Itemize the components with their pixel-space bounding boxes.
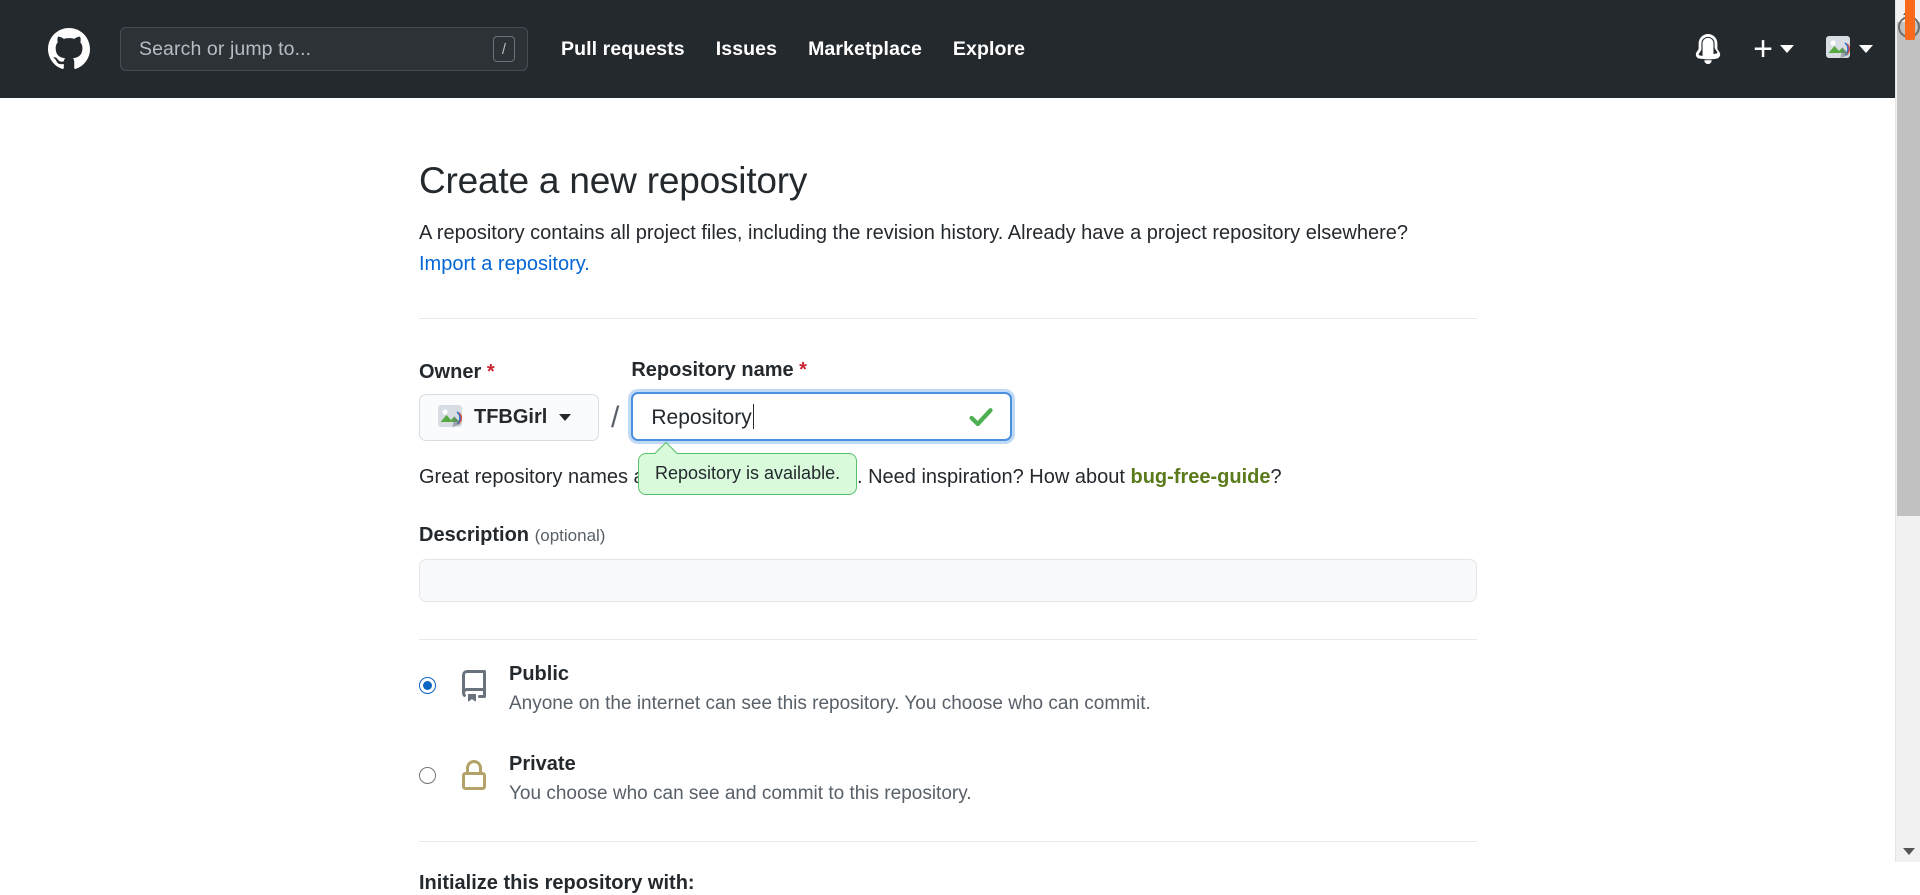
visibility-public-text: Public Anyone on the internet can see th… [509,662,1151,716]
nav-item-explore[interactable]: Explore [953,38,1025,61]
mouse-cursor-indicator [1905,0,1915,40]
description-label: Description (optional) [419,524,605,546]
divider-top [419,318,1477,319]
visibility-private-text: Private You choose who can see and commi… [509,752,972,806]
owner-field: Owner * TFBGirl [419,361,599,441]
visibility-options: Public Anyone on the internet can see th… [419,662,1477,806]
chevron-down-icon[interactable] [1896,840,1920,862]
hint-suffix: ? [1270,466,1282,488]
text-cursor [752,403,754,429]
radio-private[interactable] [419,766,436,784]
user-menu[interactable] [1824,35,1873,63]
caret-down-icon [1859,45,1873,53]
check-icon [966,402,996,432]
search-input[interactable]: Search or jump to... / [120,27,528,71]
nav-item-pull-requests[interactable]: Pull requests [561,38,685,61]
description-optional-note: (optional) [534,526,606,545]
bell-icon[interactable] [1693,34,1723,64]
repository-name-input[interactable]: Repository [631,392,1013,441]
divider-bottom [419,840,1477,842]
nav-item-issues[interactable]: Issues [716,38,777,61]
repository-name-required-marker: * [799,359,807,381]
primary-nav: Pull requests Issues Marketplace Explore [561,38,1025,61]
vertical-scrollbar[interactable] [1895,0,1920,862]
description-input[interactable] [419,559,1477,602]
page-description: A repository contains all project files,… [419,222,1409,244]
owner-select-button[interactable]: TFBGirl [419,394,599,441]
suggested-repository-name[interactable]: bug-free-guide [1130,466,1270,488]
global-header: Search or jump to... / Pull requests Iss… [0,0,1895,98]
availability-tooltip: Repository is available. [638,453,858,496]
repository-name-label: Repository name * [631,359,1012,382]
visibility-option-private[interactable]: Private You choose who can see and commi… [419,752,1477,806]
broken-image-icon [436,404,464,432]
nav-item-marketplace[interactable]: Marketplace [808,38,922,61]
visibility-private-subtitle: You choose who can see and commit to thi… [509,782,972,804]
owner-name-separator: / [611,401,620,434]
lock-icon [458,759,490,792]
vertical-scroll-thumb[interactable] [1897,22,1920,516]
owner-label: Owner * [419,361,599,384]
visibility-option-public[interactable]: Public Anyone on the internet can see th… [419,662,1477,716]
repository-name-field: Repository name * Repository [631,359,1013,441]
new-repo-form: Create a new repository A repository con… [419,98,1477,895]
repository-name-value: Repository [651,403,754,429]
plus-icon: + [1753,30,1773,68]
description-field: Description (optional) [419,524,1477,602]
github-mark-icon[interactable] [48,28,90,70]
visibility-public-title: Public [509,663,570,685]
page-body: Create a new repository A repository con… [0,98,1895,894]
caret-down-icon [1780,45,1794,53]
create-new-menu[interactable]: + [1753,30,1794,68]
radio-public[interactable] [419,677,436,694]
page-title: Create a new repository [419,160,808,201]
repo-book-icon [458,670,490,702]
visibility-private-title: Private [509,752,576,775]
owner-label-text: Owner [419,361,482,383]
header-actions: + [1693,30,1873,68]
import-repository-link[interactable]: Import a repository. [419,253,590,276]
owner-name: TFBGirl [474,406,548,428]
search-shortcut-key: / [493,36,515,62]
owner-and-name-row: Owner * TFBGirl / Repository name * Repo… [419,359,1477,441]
caret-down-icon [559,414,572,421]
broken-image-avatar-icon [1824,35,1852,63]
search-placeholder: Search or jump to... [139,37,312,60]
initialize-repository-title: Initialize this repository with: [419,871,695,894]
visibility-public-subtitle: Anyone on the internet can see this repo… [509,693,1151,714]
description-label-text: Description [419,524,530,546]
repository-name-label-text: Repository name [631,359,794,381]
divider-middle [419,639,1477,640]
owner-required-marker: * [486,361,495,383]
repository-name-hint: Great repository names are short and mem… [419,453,1477,496]
